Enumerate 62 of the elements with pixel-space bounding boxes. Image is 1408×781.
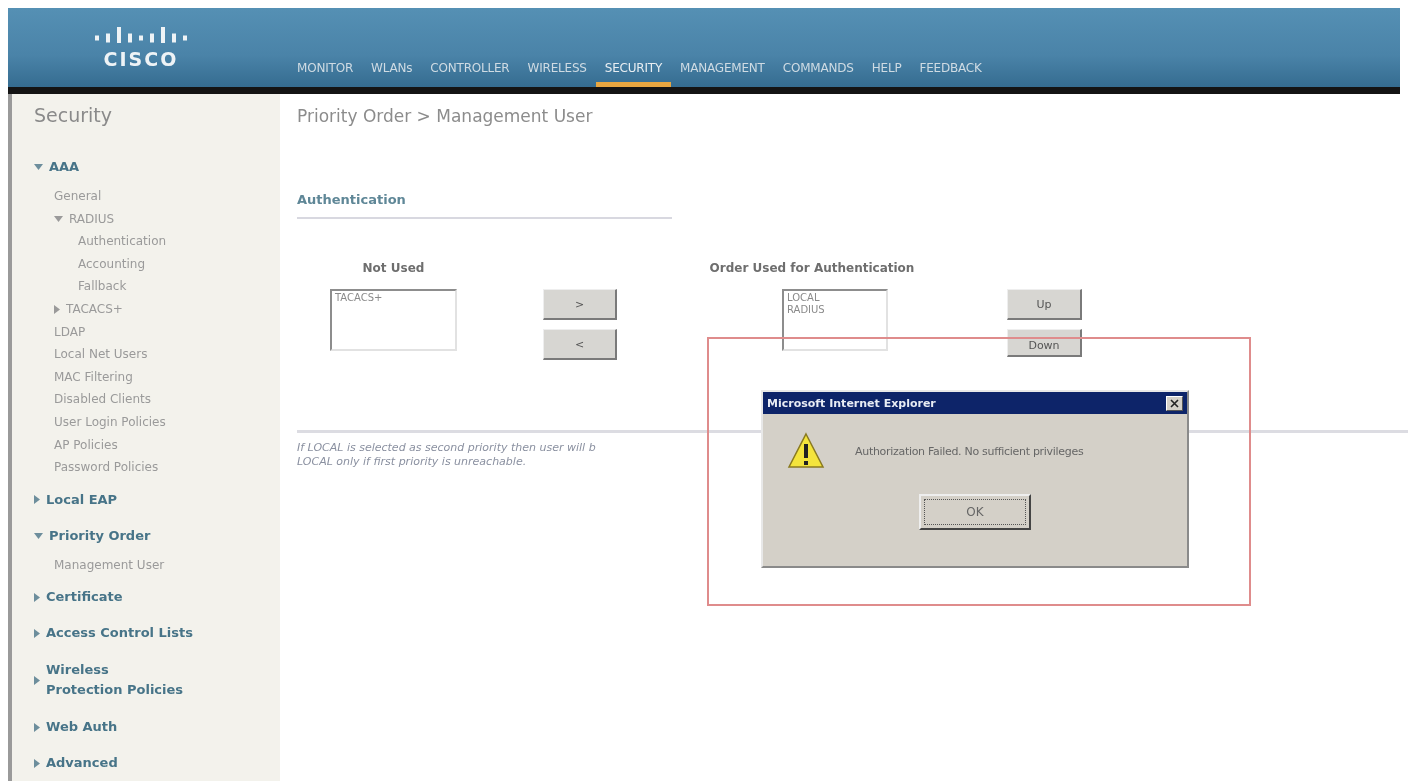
list-option[interactable]: LOCAL	[787, 292, 883, 304]
move-button[interactable]: <	[543, 329, 617, 360]
sidebar-link[interactable]: Management User	[54, 553, 165, 577]
triangle-right-icon[interactable]	[34, 592, 40, 602]
dialog-title: Microsoft Internet Explorer	[767, 396, 936, 410]
triangle-down-icon[interactable]	[54, 215, 63, 222]
list-option[interactable]: TACACS+	[335, 292, 452, 304]
sidebar-link[interactable]: LDAP	[54, 320, 86, 344]
nav-tab[interactable]: FEEDBACK	[910, 61, 991, 87]
triangle-right-icon[interactable]	[34, 675, 40, 685]
page-title: Priority Order > Management User	[297, 106, 594, 126]
dialog-message: Authorization Failed. No sufficient privileges	[855, 444, 1084, 458]
ok-button[interactable]: OK	[919, 494, 1031, 530]
triangle-right-icon[interactable]	[34, 628, 40, 638]
sidebar-link[interactable]: Priority Order	[49, 526, 151, 545]
nav-tab[interactable]: MONITOR	[288, 61, 363, 87]
sidebar-link[interactable]: Certificate	[46, 588, 123, 607]
sidebar-link[interactable]: RADIUS	[69, 207, 115, 231]
nav-tab[interactable]: CONTROLLER	[421, 61, 519, 87]
sidebar-link[interactable]: Access Control Lists	[46, 624, 193, 643]
section-heading: Authentication	[297, 192, 672, 219]
sidebar-link[interactable]: Wireless Protection Policies	[46, 660, 186, 701]
triangle-right-icon[interactable]	[34, 495, 40, 505]
warning-icon	[787, 432, 825, 470]
logo-wordmark: CISCO	[103, 48, 179, 70]
nav-tab[interactable]: HELP	[862, 61, 911, 87]
column-heading: Order Used for Authentication	[709, 261, 915, 275]
nav-tab[interactable]: COMMANDS	[773, 61, 863, 87]
sidebar-link[interactable]: Local Net Users	[54, 343, 148, 366]
sidebar-link[interactable]: AP Policies	[54, 433, 118, 457]
sidebar-link[interactable]: Fallback	[78, 275, 127, 298]
order-button[interactable]: Up	[1007, 289, 1082, 320]
nav-tab[interactable]: WIRELESS	[518, 61, 596, 87]
list-box[interactable]: LOCAL RADIUS	[782, 289, 888, 351]
sidebar-link[interactable]: Accounting	[78, 252, 145, 276]
close-icon	[1170, 398, 1179, 408]
column-heading: Not Used	[362, 261, 425, 275]
sidebar-link[interactable]: Password Policies	[54, 456, 159, 479]
sidebar-link[interactable]: Local EAP	[46, 490, 118, 509]
nav-tab[interactable]: MANAGEMENT	[671, 61, 774, 87]
triangle-down-icon[interactable]	[34, 532, 43, 539]
sidebar-link[interactable]: User Login Policies	[54, 410, 166, 434]
triangle-right-icon[interactable]	[34, 722, 40, 732]
triangle-right-icon[interactable]	[34, 758, 40, 768]
order-button[interactable]: Down	[1007, 329, 1082, 357]
list-box[interactable]: TACACS+	[330, 289, 457, 351]
nav-tab[interactable]: SECURITY	[595, 61, 672, 87]
move-button[interactable]: >	[543, 289, 617, 320]
sidebar-title: Security	[34, 104, 114, 126]
close-button[interactable]	[1166, 395, 1183, 411]
sidebar-link[interactable]: Advanced	[46, 754, 118, 773]
sidebar-link[interactable]: Authentication	[78, 230, 167, 253]
sidebar-link[interactable]: Web Auth	[46, 718, 118, 737]
sidebar-link[interactable]: General	[54, 185, 102, 208]
sidebar-link[interactable]: Disabled Clients	[54, 388, 151, 411]
sidebar-link[interactable]: TACACS+	[66, 297, 123, 321]
triangle-down-icon[interactable]	[34, 164, 43, 170]
triangle-right-icon[interactable]	[54, 304, 60, 314]
sidebar-link[interactable]: MAC Filtering	[54, 365, 133, 389]
nav-tab[interactable]: WLANs	[362, 61, 422, 87]
sidebar-link[interactable]: AAA	[49, 158, 80, 176]
list-option[interactable]: RADIUS	[787, 304, 883, 316]
